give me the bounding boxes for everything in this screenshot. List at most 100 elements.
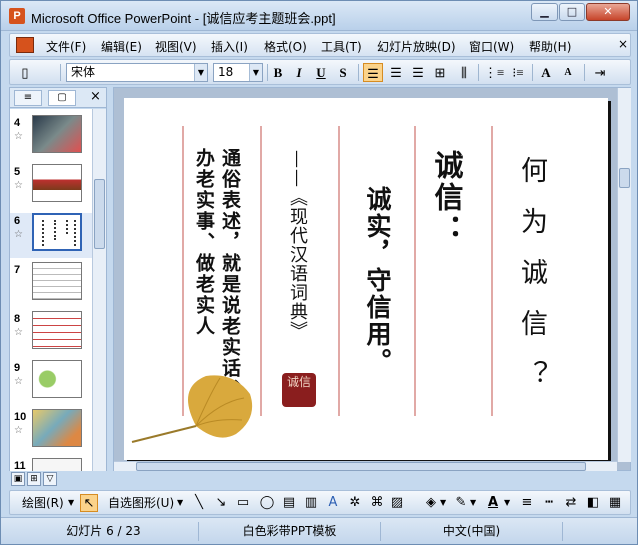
slide-heading-text[interactable]: 诚信：: [430, 150, 464, 246]
chevron-down-icon[interactable]: ▼: [504, 494, 510, 512]
autoshapes-button[interactable]: 自选图形(U): [108, 494, 174, 512]
select-pointer-icon[interactable]: ↖: [80, 494, 98, 512]
slide-thumbnail-selected[interactable]: 6 ☆: [10, 213, 92, 258]
underline-button[interactable]: U: [311, 63, 331, 82]
font-name-select[interactable]: 宋体 ▼: [66, 63, 208, 82]
slide-canvas[interactable]: 何为诚信？ 诚信： 诚实，守信用。 ——《现代汉语词典》 诚信 通俗表述，就是说…: [124, 98, 608, 460]
line-style-icon[interactable]: ≡: [518, 494, 536, 512]
status-slide-position: 幻灯片 6 / 23: [9, 522, 199, 541]
distribute-button[interactable]: ⊞: [430, 63, 450, 82]
increase-font-button[interactable]: A: [536, 63, 556, 82]
arrow-icon[interactable]: ↘: [212, 494, 230, 512]
close-document-icon[interactable]: ×: [618, 37, 628, 51]
font-color-icon[interactable]: A: [484, 494, 502, 512]
slide-preview: [32, 311, 82, 349]
document-icon[interactable]: [16, 37, 34, 53]
chevron-down-icon[interactable]: ▼: [177, 494, 183, 512]
tab-slides[interactable]: ▢: [48, 90, 76, 106]
pane-close-icon[interactable]: ×: [90, 89, 101, 104]
align-center-button[interactable]: ☰: [386, 63, 406, 82]
toolbar-separator: [532, 64, 533, 81]
menu-view[interactable]: 视图(V): [155, 38, 197, 55]
slide-thumbnail[interactable]: 7: [10, 262, 92, 307]
font-size-select[interactable]: 18 ▼: [213, 63, 263, 82]
new-document-icon[interactable]: ▯: [16, 63, 34, 82]
slide-thumbnail[interactable]: 5 ☆: [10, 164, 92, 209]
menu-format[interactable]: 格式(O): [264, 38, 307, 55]
slide-question-text[interactable]: 何为诚信？: [514, 156, 548, 411]
normal-view-icon[interactable]: ▣: [11, 472, 25, 486]
title-bar: P Microsoft Office PowerPoint - [诚信应考主题班…: [1, 1, 637, 31]
editor-scrollbar-horizontal[interactable]: [114, 461, 617, 471]
slide-thumbnail[interactable]: 10 ☆: [10, 409, 92, 454]
slideshow-icon[interactable]: ▽: [43, 472, 57, 486]
rectangle-icon[interactable]: ▭: [234, 494, 252, 512]
indent-icon[interactable]: ⇥: [590, 63, 610, 82]
oval-icon[interactable]: ◯: [258, 494, 276, 512]
slide-preview: [32, 458, 82, 471]
clipart-icon[interactable]: ⌘: [368, 494, 386, 512]
status-language[interactable]: 中文(中国): [381, 522, 563, 541]
pane-scrollbar[interactable]: [92, 109, 106, 471]
slide-number: 8: [14, 313, 21, 325]
line-color-icon[interactable]: ✎: [452, 494, 470, 512]
textbox-icon[interactable]: ▤: [280, 494, 298, 512]
tab-outline[interactable]: ≡: [14, 90, 42, 106]
vertical-textbox-icon[interactable]: ▥: [302, 494, 320, 512]
numbering-icon[interactable]: ⋮≡: [484, 63, 504, 82]
picture-icon[interactable]: ▨: [388, 494, 406, 512]
menu-help[interactable]: 帮助(H): [529, 38, 571, 55]
chevron-down-icon[interactable]: ▼: [194, 64, 207, 81]
menu-window[interactable]: 窗口(W): [469, 38, 514, 55]
menu-tools[interactable]: 工具(T): [321, 38, 362, 55]
shadow-button[interactable]: S: [333, 63, 353, 82]
slide-thumbnail[interactable]: 8 ☆: [10, 311, 92, 356]
menu-file[interactable]: 文件(F): [46, 38, 86, 55]
slide-preview: [32, 409, 82, 447]
align-left-button[interactable]: ☰: [363, 63, 383, 82]
editor-scrollbar-vertical[interactable]: [617, 88, 631, 462]
editor-scroll-thumb[interactable]: [619, 168, 630, 188]
menu-edit[interactable]: 编辑(E): [101, 38, 142, 55]
status-template: 白色彩带PPT模板: [199, 522, 381, 541]
slide-preview: [32, 262, 82, 300]
powerpoint-app-icon[interactable]: P: [9, 8, 25, 24]
slide-thumbnail[interactable]: 4 ☆: [10, 115, 92, 160]
slide-explanation-line2[interactable]: 办老实事、做老实人: [192, 148, 216, 337]
pane-scroll-thumb[interactable]: [94, 179, 105, 249]
align-right-button[interactable]: ☰: [408, 63, 428, 82]
slide-thumbnail[interactable]: 11: [10, 458, 92, 471]
3d-style-icon[interactable]: ▦: [606, 494, 624, 512]
chevron-down-icon[interactable]: ▼: [68, 494, 74, 512]
menu-slideshow[interactable]: 幻灯片放映(D): [377, 38, 456, 55]
slide-preview: [32, 213, 82, 251]
chevron-down-icon[interactable]: ▼: [440, 494, 446, 512]
slide-explanation-line1[interactable]: 通俗表述，就是说老实话、: [218, 148, 242, 400]
slide-sorter-icon[interactable]: ⊞: [27, 472, 41, 486]
bold-button[interactable]: B: [268, 63, 288, 82]
minimize-button[interactable]: ▁: [531, 3, 558, 21]
drawing-toolbar: 绘图(R) ▼ ↖ 自选图形(U) ▼ ╲ ↘ ▭ ◯ ▤ ▥ A ✲ ⌘ ▨ …: [9, 490, 631, 515]
shadow-style-icon[interactable]: ◧: [584, 494, 602, 512]
italic-button[interactable]: I: [289, 63, 309, 82]
chevron-down-icon[interactable]: ▼: [470, 494, 476, 512]
bullets-icon[interactable]: ⁝≡: [508, 63, 528, 82]
fill-color-icon[interactable]: ◈: [422, 494, 440, 512]
chevron-down-icon[interactable]: ▼: [249, 64, 262, 81]
wordart-icon[interactable]: A: [324, 494, 342, 512]
close-button[interactable]: ✕: [586, 3, 630, 21]
slide-thumbnail[interactable]: 9 ☆: [10, 360, 92, 405]
slide-definition-text[interactable]: 诚实，守信用。: [362, 186, 392, 375]
line-icon[interactable]: ╲: [190, 494, 208, 512]
decrease-font-button[interactable]: A: [558, 63, 578, 82]
dash-style-icon[interactable]: ┅: [540, 494, 558, 512]
draw-menu-button[interactable]: 绘图(R): [22, 494, 64, 512]
maximize-button[interactable]: □: [559, 3, 585, 21]
arrow-style-icon[interactable]: ⇄: [562, 494, 580, 512]
slide-source-text[interactable]: ——《现代汉语词典》: [286, 150, 308, 340]
menu-insert[interactable]: 插入(I): [211, 38, 248, 55]
column-button[interactable]: ⫼: [454, 63, 474, 82]
editor-hscroll-thumb[interactable]: [136, 462, 586, 471]
diagram-icon[interactable]: ✲: [346, 494, 364, 512]
slide-number: 5: [14, 166, 21, 178]
